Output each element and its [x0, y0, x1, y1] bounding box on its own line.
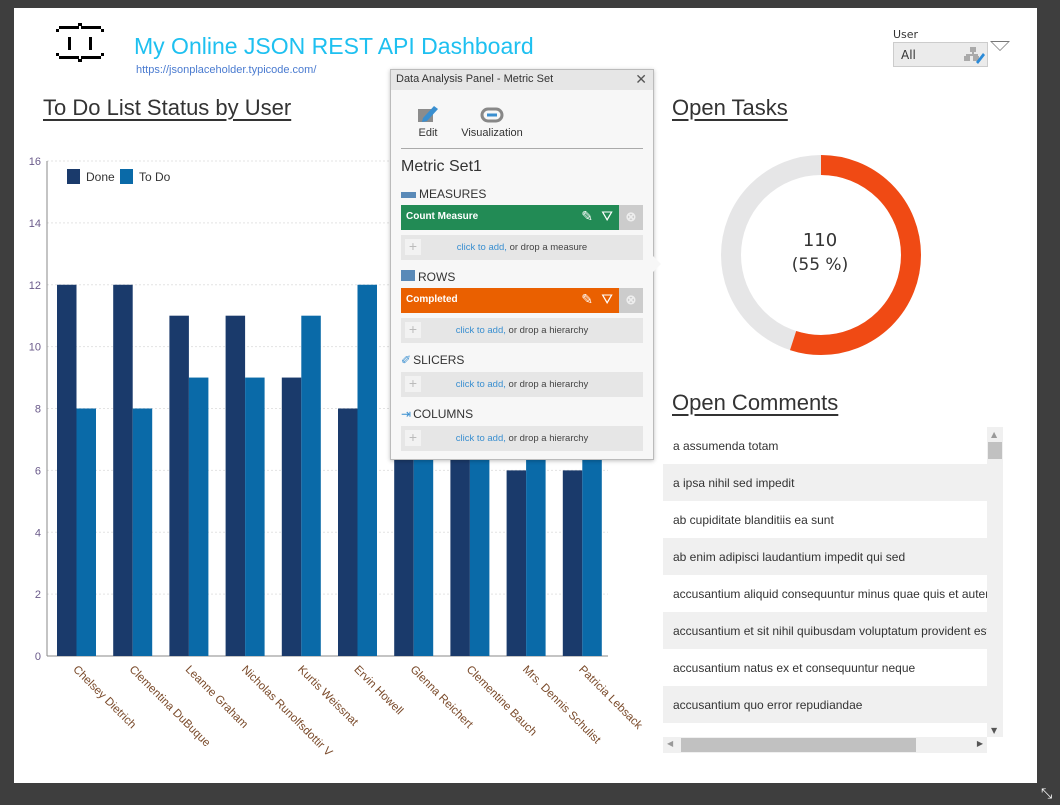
comment-item[interactable]: ab enim adipisci laudantium impedit qui …	[663, 538, 987, 575]
x-tick-label: Ervin Howell	[351, 664, 405, 718]
comment-item[interactable]: a ipsa nihil sed impedit	[663, 464, 987, 501]
brackets-logo	[56, 23, 104, 62]
vertical-scrollbar[interactable]: ▲ ▼	[987, 427, 1003, 737]
edit-label: Edit	[418, 127, 438, 139]
add-slicer-dropzone[interactable]: + click to add, or drop a hierarchy	[401, 372, 643, 397]
x-tick-label: Nicholas Runolfsdottir V	[239, 664, 334, 758]
source-url[interactable]: https://jsonplaceholder.typicode.com/	[136, 64, 316, 76]
user-filter-value: All	[901, 48, 916, 62]
dashboard-title: My Online JSON REST API Dashboard	[134, 33, 534, 59]
hierarchy-edit-icon[interactable]	[963, 46, 985, 64]
bar-done	[338, 408, 358, 656]
panel-title: Data Analysis Panel - Metric Set	[396, 73, 554, 85]
bar-to-do	[76, 408, 96, 656]
resize-icon[interactable]: ⤡	[1041, 786, 1052, 802]
row-completed[interactable]: Completed ✎ ⛛ ⊗	[401, 288, 643, 313]
open-comments-heading: Open Comments	[672, 390, 839, 415]
comment-item[interactable]: a assumenda totam	[663, 427, 987, 464]
y-tick-label: 4	[35, 527, 41, 539]
metric-set-name: Metric Set1	[401, 158, 482, 175]
bar-done	[506, 470, 527, 656]
comment-item[interactable]: accusantium natus ex et consequuntur neq…	[663, 649, 987, 686]
rows-section-label: ROWS	[401, 270, 455, 284]
y-tick-label: 6	[35, 465, 41, 477]
link-icon	[480, 107, 504, 123]
y-tick-label: 16	[29, 156, 41, 168]
columns-icon: ⇥	[401, 407, 412, 421]
y-tick-label: 2	[35, 589, 41, 601]
open-tasks-percent: (55 %)	[791, 255, 849, 275]
data-analysis-panel[interactable]: Data Analysis Panel - Metric Set ✕ Edit V…	[390, 69, 661, 460]
legend-swatch	[67, 169, 80, 184]
plus-icon[interactable]: +	[405, 322, 421, 338]
filter-icon[interactable]: ⛛	[601, 208, 613, 225]
y-tick-label: 8	[35, 404, 41, 416]
panel-pointer	[653, 256, 661, 272]
columns-section-label: ⇥ COLUMNS	[401, 407, 474, 421]
open-tasks-count: 110	[802, 230, 838, 251]
legend-swatch	[120, 169, 133, 184]
slicers-section-label: ✐ SLICERS	[401, 353, 465, 367]
plus-icon[interactable]: +	[405, 430, 421, 446]
add-row-dropzone[interactable]: + click to add, or drop a hierarchy	[401, 318, 643, 343]
add-column-dropzone[interactable]: + click to add, or drop a hierarchy	[401, 426, 643, 451]
user-filter-select[interactable]: All	[893, 42, 988, 67]
y-tick-label: 0	[35, 651, 41, 663]
bar-done	[169, 315, 189, 656]
comments-list[interactable]: a assumenda totam a ipsa nihil sed impedi…	[663, 427, 987, 737]
plus-icon[interactable]: +	[405, 239, 421, 255]
pencil-icon[interactable]: ✎	[581, 291, 593, 308]
x-tick-label: Glenna Reichert	[408, 664, 476, 732]
remove-icon[interactable]: ⊗	[619, 288, 643, 313]
edit-button[interactable]: Edit	[413, 104, 443, 139]
y-tick-label: 10	[29, 342, 41, 354]
bar-to-do	[188, 377, 209, 656]
comment-item[interactable]: accusantium quo error repudiandae	[663, 686, 987, 723]
x-tick-label: Kurtis Weissnat	[295, 664, 360, 729]
scroll-thumb[interactable]	[988, 442, 1002, 459]
pencil-icon	[418, 106, 438, 122]
add-measure-dropzone[interactable]: + click to add, or drop a measure	[401, 235, 643, 260]
x-tick-label: Chelsey Dietrich	[70, 664, 138, 732]
measures-section-label: MEASURES	[401, 187, 486, 201]
bar-done	[450, 439, 470, 656]
todo-chart-heading: To Do List Status by User	[43, 95, 292, 120]
brush-icon: ✐	[401, 353, 412, 367]
legend-label: Done	[86, 170, 115, 184]
user-filter-label: User	[893, 28, 919, 41]
comment-item[interactable]: accusantium et sit nihil quibusdam volup…	[663, 612, 987, 649]
bar-done	[57, 284, 77, 656]
dashboard-canvas: My Online JSON REST API Dashboard https:…	[14, 8, 1037, 783]
filter-icon[interactable]: ⛛	[601, 291, 613, 308]
bar-done	[562, 470, 583, 656]
visualization-label: Visualization	[461, 127, 523, 139]
bar-done	[225, 315, 246, 656]
plus-icon[interactable]: +	[405, 376, 421, 392]
visualization-button[interactable]: Visualization	[457, 104, 527, 139]
pencil-icon[interactable]: ✎	[581, 208, 593, 225]
remove-icon[interactable]: ⊗	[619, 205, 643, 230]
ruler-icon	[401, 192, 416, 198]
bar-to-do	[301, 315, 321, 656]
comment-item[interactable]: accusantium aliquid consequuntur minus q…	[663, 575, 987, 612]
open-tasks-heading: Open Tasks	[672, 95, 788, 120]
rows-icon	[401, 270, 415, 281]
bar-to-do	[245, 377, 265, 656]
bar-done	[281, 377, 302, 656]
bar-to-do	[132, 408, 153, 656]
y-tick-label: 14	[29, 218, 41, 230]
close-icon[interactable]: ✕	[635, 71, 647, 88]
bar-done	[113, 284, 133, 656]
comment-item[interactable]: ab cupiditate blanditiis ea sunt	[663, 501, 987, 538]
bar-to-do	[357, 284, 377, 656]
user-filter-dropdown-arrow[interactable]	[990, 41, 1010, 51]
hscroll-thumb[interactable]	[681, 738, 916, 752]
y-tick-label: 12	[29, 280, 41, 292]
horizontal-scrollbar[interactable]: ◀ ▶	[663, 737, 987, 753]
legend-label: To Do	[139, 170, 171, 184]
measure-count-measure[interactable]: Count Measure ✎ ⛛ ⊗	[401, 205, 643, 230]
